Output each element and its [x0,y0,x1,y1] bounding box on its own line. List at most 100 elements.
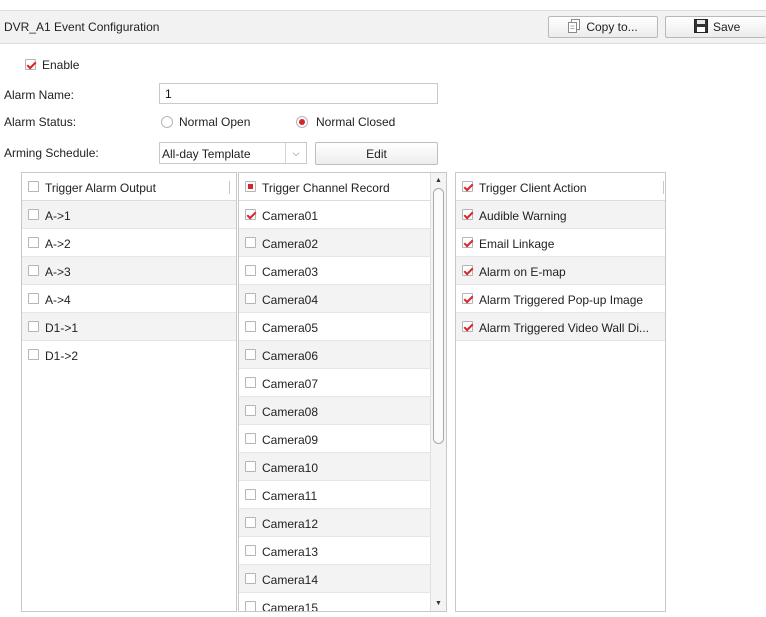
camera-label: Camera15 [262,601,319,612]
save-label: Save [713,20,741,34]
alarm-output-row[interactable]: A->1 [22,201,236,229]
camera-label: Camera04 [262,293,319,307]
scroll-up-icon[interactable]: ▲ [431,173,446,188]
camera-checkbox[interactable] [245,293,256,304]
camera-row[interactable]: Camera15 [239,593,430,612]
camera-row[interactable]: Camera02 [239,229,430,257]
client-action-header: Trigger Client Action [456,173,665,201]
camera-checkbox[interactable] [245,209,256,220]
camera-row[interactable]: Camera01 [239,201,430,229]
floppy-disk-icon [694,18,708,36]
copy-to-button[interactable]: Copy to... [548,16,658,38]
alarm-output-checkbox[interactable] [28,349,39,360]
alarm-name-input[interactable] [159,83,438,104]
camera-row[interactable]: Camera03 [239,257,430,285]
client-action-checkbox[interactable] [462,237,473,248]
client-action-row[interactable]: Alarm Triggered Pop-up Image [456,285,665,313]
chevron-down-icon[interactable]: ⌵ [285,143,306,163]
camera-row[interactable]: Camera04 [239,285,430,313]
camera-checkbox[interactable] [245,433,256,444]
camera-label: Camera12 [262,517,319,531]
camera-row[interactable]: Camera12 [239,509,430,537]
camera-checkbox[interactable] [245,461,256,472]
scroll-down-icon[interactable]: ▼ [431,596,446,611]
client-action-row[interactable]: Alarm on E-map [456,257,665,285]
copy-document-icon [568,18,581,36]
alarm-output-checkbox[interactable] [28,237,39,248]
alarm-output-row[interactable]: D1->1 [22,313,236,341]
client-action-select-all-checkbox[interactable] [462,181,473,192]
alarm-output-header: Trigger Alarm Output [22,173,236,201]
alarm-output-checkbox[interactable] [28,293,39,304]
client-action-checkbox[interactable] [462,321,473,332]
scrollbar-thumb[interactable] [433,188,444,444]
camera-label: Camera01 [262,209,319,223]
alarm-output-label: A->3 [45,265,71,279]
camera-label: Camera14 [262,573,319,587]
alarm-output-row[interactable]: A->4 [22,285,236,313]
client-action-checkbox[interactable] [462,265,473,276]
camera-checkbox[interactable] [245,349,256,360]
client-action-label: Email Linkage [479,237,555,251]
camera-label: Camera02 [262,237,319,251]
alarm-output-checkbox[interactable] [28,321,39,332]
enable-label: Enable [42,58,80,72]
alarm-output-row[interactable]: D1->2 [22,341,236,369]
camera-row[interactable]: Camera05 [239,313,430,341]
camera-row[interactable]: Camera09 [239,425,430,453]
client-action-row[interactable]: Alarm Triggered Video Wall Di... [456,313,665,341]
channel-record-header-label: Trigger Channel Record [262,181,390,195]
camera-label: Camera10 [262,461,319,475]
camera-row[interactable]: Camera13 [239,537,430,565]
client-action-label: Alarm Triggered Pop-up Image [479,293,644,307]
camera-row[interactable]: Camera10 [239,453,430,481]
channel-list-scrollbar[interactable]: ▲ ▼ [430,173,446,611]
alarm-output-label: D1->2 [45,349,79,363]
alarm-output-row[interactable]: A->3 [22,257,236,285]
client-action-row[interactable]: Audible Warning [456,201,665,229]
camera-row[interactable]: Camera07 [239,369,430,397]
config-header: DVR_A1 Event Configuration Copy to... Sa… [0,10,766,44]
save-button[interactable]: Save [665,16,766,38]
arming-schedule-value: All-day Template [162,147,251,161]
camera-label: Camera09 [262,433,319,447]
alarm-output-checkbox[interactable] [28,209,39,220]
camera-checkbox[interactable] [245,321,256,332]
alarm-output-select-all-checkbox[interactable] [28,181,39,192]
normal-closed-radio[interactable] [296,116,308,128]
channel-record-select-all-checkbox[interactable] [245,181,256,192]
camera-row[interactable]: Camera06 [239,341,430,369]
camera-checkbox[interactable] [245,545,256,556]
camera-row[interactable]: Camera08 [239,397,430,425]
camera-checkbox[interactable] [245,377,256,388]
camera-checkbox[interactable] [245,237,256,248]
normal-open-radio[interactable] [161,116,173,128]
camera-checkbox[interactable] [245,405,256,416]
camera-row[interactable]: Camera14 [239,565,430,593]
client-action-header-label: Trigger Client Action [479,181,587,195]
page-title: DVR_A1 Event Configuration [4,20,160,34]
alarm-name-label: Alarm Name: [4,88,75,102]
camera-checkbox[interactable] [245,265,256,276]
arming-schedule-select[interactable]: All-day Template ⌵ [159,142,307,164]
edit-schedule-button[interactable]: Edit [315,142,438,165]
camera-checkbox[interactable] [245,517,256,528]
alarm-output-checkbox[interactable] [28,265,39,276]
client-action-checkbox[interactable] [462,209,473,220]
column-divider [663,181,664,194]
camera-row[interactable]: Camera11 [239,481,430,509]
enable-checkbox[interactable] [25,59,36,70]
client-action-row[interactable]: Email Linkage [456,229,665,257]
camera-label: Camera07 [262,377,319,391]
camera-label: Camera05 [262,321,319,335]
alarm-output-label: A->2 [45,237,71,251]
alarm-output-label: A->1 [45,209,71,223]
camera-checkbox[interactable] [245,489,256,500]
client-action-checkbox[interactable] [462,293,473,304]
camera-checkbox[interactable] [245,601,256,611]
alarm-output-row[interactable]: A->2 [22,229,236,257]
normal-closed-label: Normal Closed [316,115,396,129]
client-action-label: Alarm on E-map [479,265,566,279]
column-divider [229,181,230,194]
camera-checkbox[interactable] [245,573,256,584]
